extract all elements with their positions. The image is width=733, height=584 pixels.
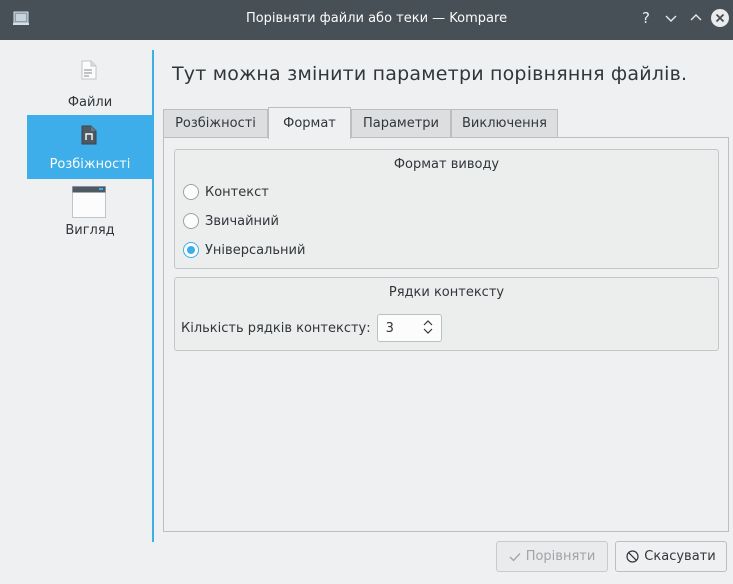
compare-button[interactable]: Порівняти	[496, 541, 608, 572]
cancel-button[interactable]: Скасувати	[615, 541, 727, 572]
tab-panel-format: Формат виводу Контекст Звичайний Універс…	[163, 137, 729, 532]
check-icon	[509, 552, 521, 561]
window-icon	[72, 186, 106, 218]
chevron-down-icon	[665, 15, 677, 22]
group-title: Формат виводу	[393, 157, 500, 172]
window-title: Порівняти файли або теки — Kompare	[245, 11, 508, 26]
close-button[interactable]	[710, 8, 730, 28]
spin-down-icon[interactable]	[423, 327, 433, 336]
chevron-up-icon	[690, 14, 702, 21]
minimize-button[interactable]	[661, 8, 681, 28]
help-button[interactable]: ?	[636, 8, 656, 28]
spinbox-value[interactable]: 3	[386, 321, 394, 336]
radio-indicator[interactable]	[183, 184, 199, 200]
radio-label: Контекст	[205, 184, 269, 200]
tab-format[interactable]: Формат	[268, 107, 351, 139]
sidebar-item-diff[interactable]: Розбіжності	[27, 115, 153, 179]
sidebar-item-label: Файли	[67, 95, 113, 110]
cancel-button-label: Скасувати	[644, 549, 716, 564]
file-icon	[81, 60, 97, 80]
radio-label: Звичайний	[205, 213, 279, 229]
sidebar-item-label: Розбіжності	[49, 157, 131, 172]
tab-options[interactable]: Параметри	[351, 109, 451, 138]
radio-normal[interactable]: Звичайний	[183, 211, 279, 231]
context-lines-row: Кількість рядків контексту: 3	[181, 314, 442, 342]
context-lines-group: Рядки контексту Кількість рядків контекс…	[174, 277, 719, 351]
cancel-icon	[626, 550, 639, 563]
radio-indicator[interactable]	[183, 242, 199, 258]
group-title: Рядки контексту	[388, 285, 505, 300]
output-format-group: Формат виводу Контекст Звичайний Універс…	[174, 149, 719, 269]
sidebar-item-view[interactable]: Вигляд	[27, 182, 153, 246]
page-title: Тут можна змінити параметри порівняння ф…	[172, 63, 688, 85]
sidebar-item-files[interactable]: Файли	[27, 48, 153, 112]
radio-indicator[interactable]	[183, 213, 199, 229]
title-bar: Порівняти файли або теки — Kompare ?	[0, 0, 733, 40]
spinbox-arrows[interactable]	[423, 318, 433, 336]
tab-differences[interactable]: Розбіжності	[163, 109, 268, 138]
radio-label: Універсальний	[205, 242, 306, 258]
maximize-button[interactable]	[686, 8, 706, 28]
sidebar-divider	[152, 50, 154, 542]
radio-context[interactable]: Контекст	[183, 182, 269, 202]
close-icon	[711, 9, 729, 27]
context-lines-spinbox[interactable]: 3	[376, 314, 442, 342]
radio-unified[interactable]: Універсальний	[183, 240, 305, 260]
sidebar-item-label: Вигляд	[65, 223, 115, 238]
spin-up-icon[interactable]	[423, 318, 433, 327]
compare-button-label: Порівняти	[525, 549, 596, 564]
diff-icon	[81, 125, 97, 145]
context-lines-label: Кількість рядків контексту:	[181, 320, 371, 336]
sidebar: Файли Розбіжності Вигляд	[27, 48, 153, 542]
tab-exclusions[interactable]: Виключення	[451, 109, 558, 138]
